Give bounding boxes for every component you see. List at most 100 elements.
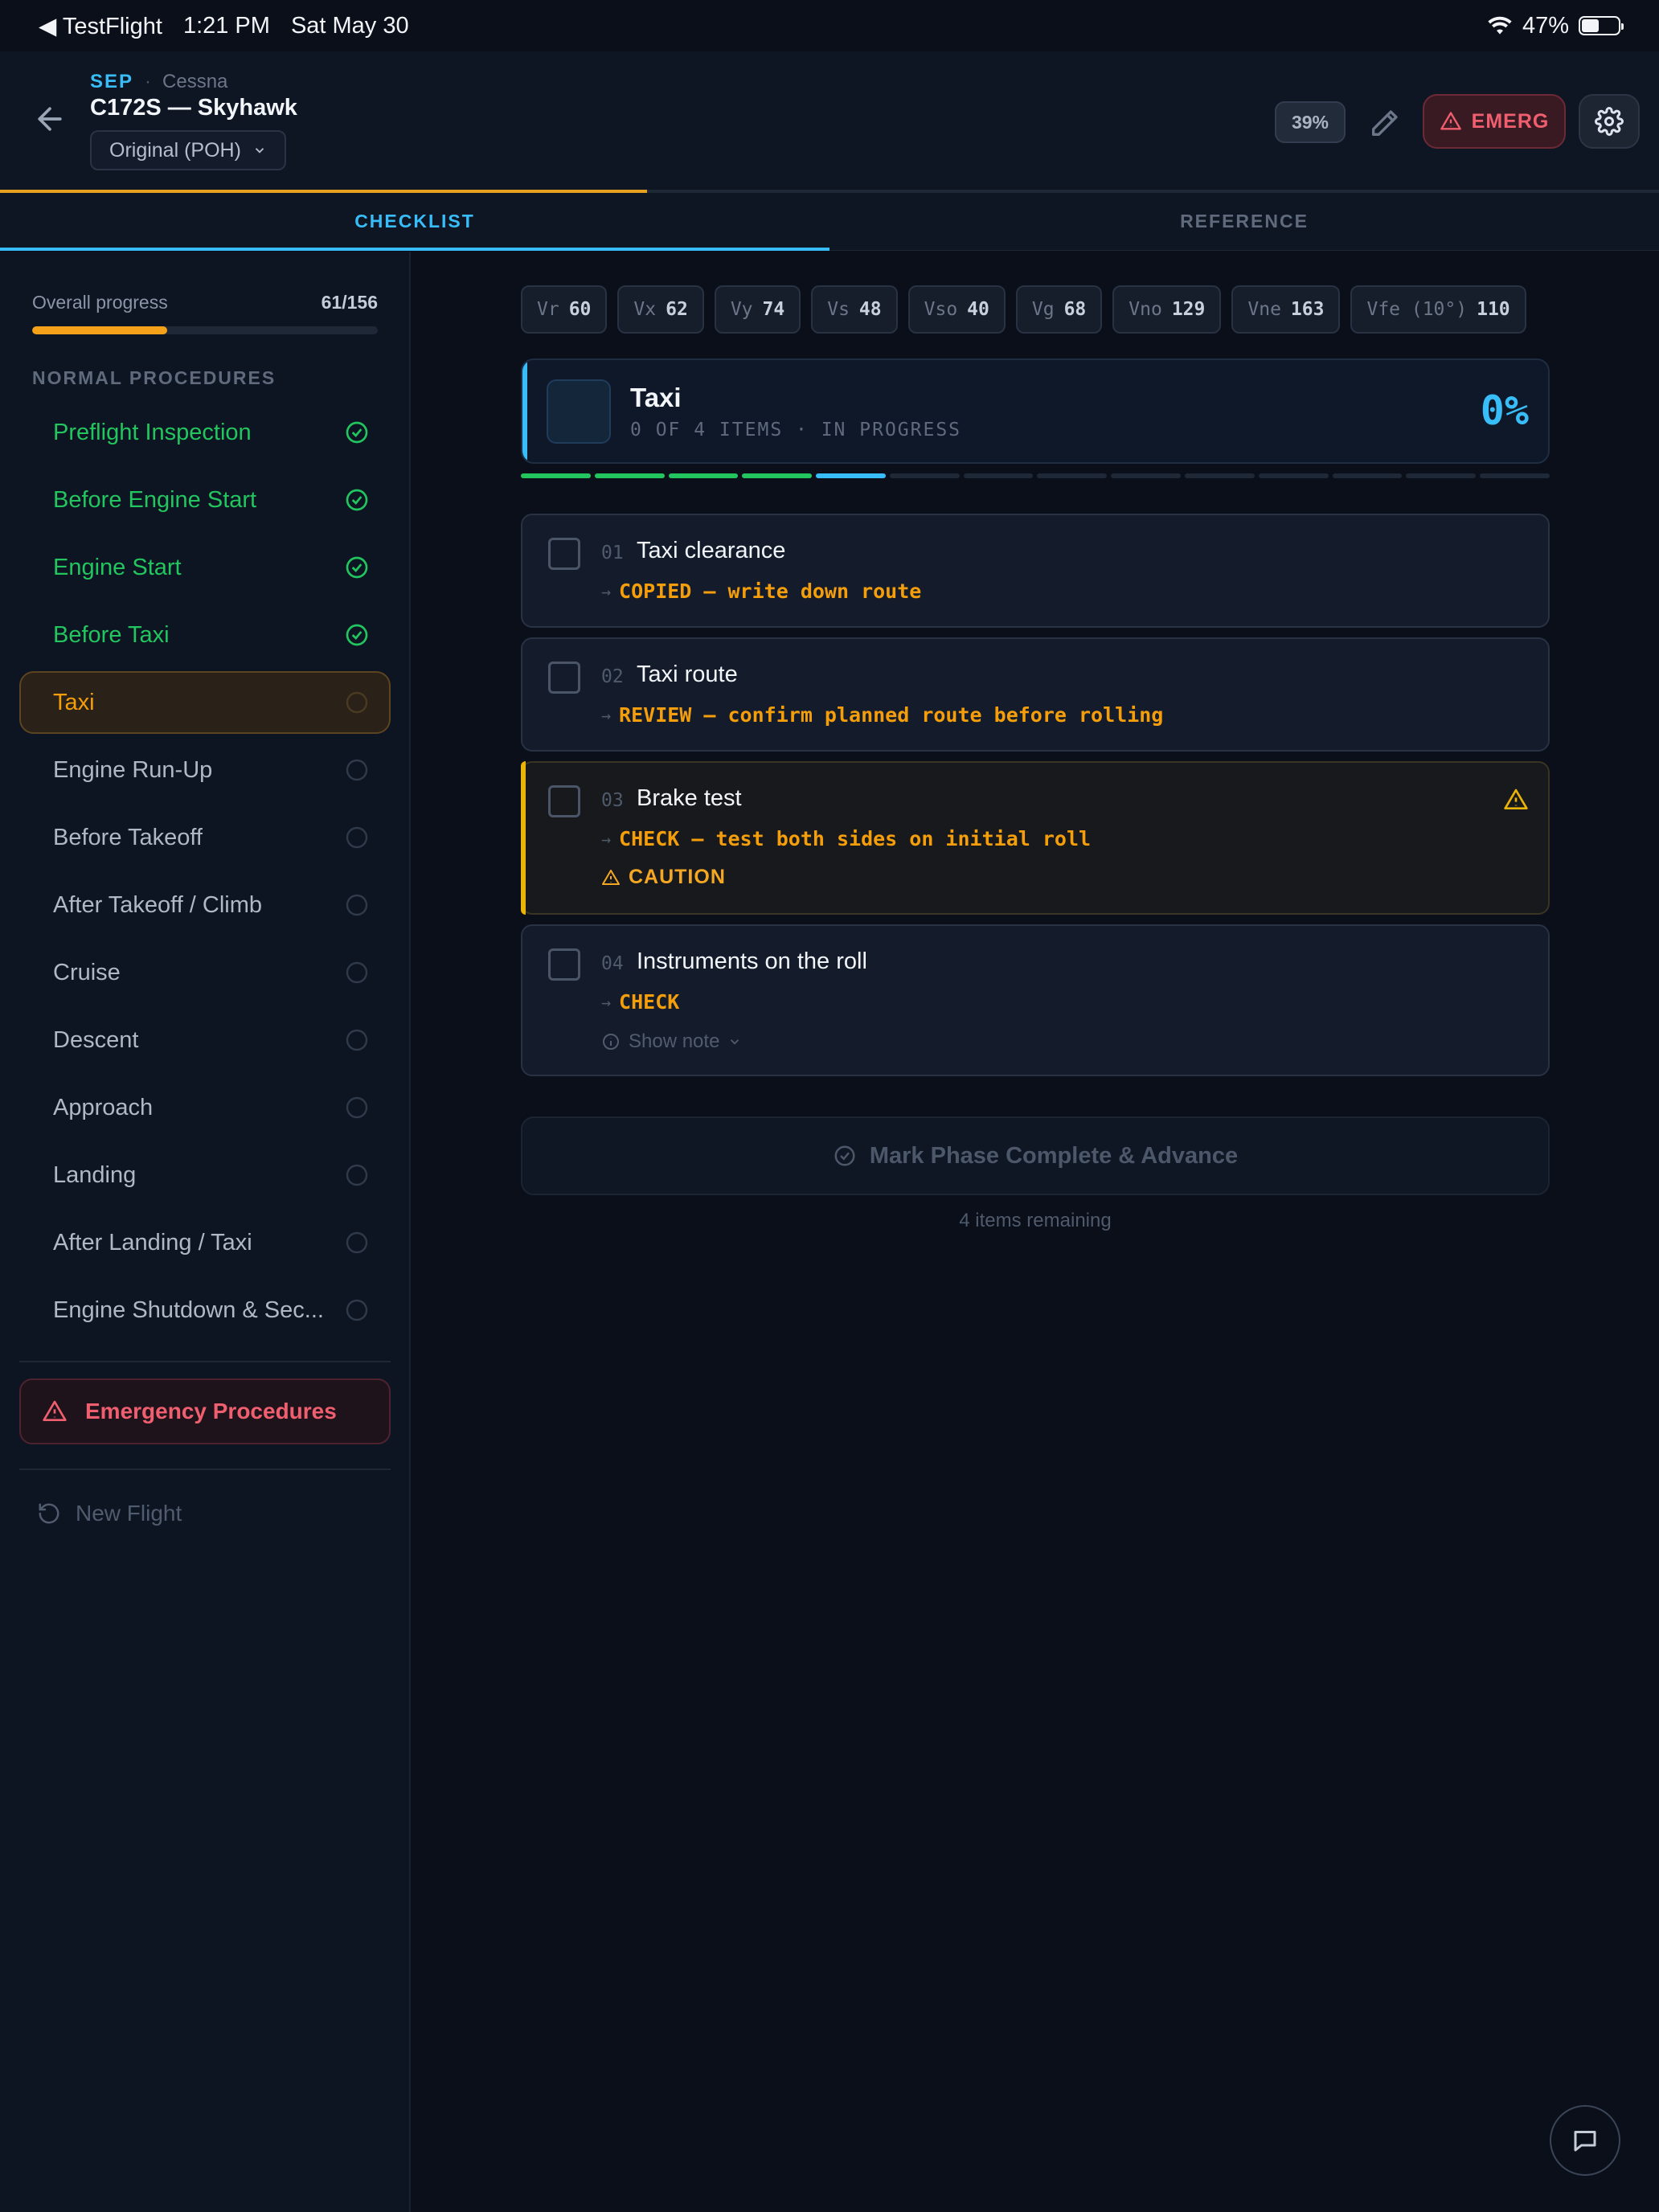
settings-button[interactable]: [1579, 94, 1640, 149]
variant-dropdown[interactable]: Original (POH): [90, 130, 286, 170]
empty-circle-icon: [346, 759, 368, 781]
item-action: → CHECK — test both sides on initial rol…: [601, 827, 1091, 850]
arrow-right-icon: →: [601, 992, 612, 1012]
phase-segment: [1111, 473, 1182, 478]
vspeed-key: Vg: [1031, 299, 1055, 320]
item-number: 01: [601, 543, 624, 563]
phase-item[interactable]: Engine Start: [19, 536, 391, 599]
sidebar: Overall progress 61/156 NORMAL PROCEDURE…: [0, 252, 411, 2212]
item-number: 04: [601, 953, 624, 974]
item-checkbox[interactable]: [548, 662, 580, 694]
phase-item-label: Engine Shutdown & Sec...: [53, 1296, 324, 1323]
phase-item-label: Approach: [53, 1094, 154, 1120]
phase-segment: [1406, 473, 1477, 478]
vspeed-key: Vno: [1129, 299, 1162, 320]
show-note-toggle[interactable]: Show note: [601, 1030, 742, 1053]
tab-bar: CHECKLIST REFERENCE: [0, 193, 1659, 251]
vspeed-chip: Vs 48: [811, 285, 898, 334]
phase-item-label: Landing: [53, 1161, 137, 1188]
new-flight-button[interactable]: New Flight: [37, 1501, 182, 1526]
back-arrow-icon[interactable]: [32, 101, 68, 137]
tab-checklist[interactable]: CHECKLIST: [0, 193, 830, 251]
phase-item[interactable]: Preflight Inspection: [19, 401, 391, 464]
item-title: Instruments on the roll: [637, 948, 867, 974]
chevron-down-icon: [731, 1039, 739, 1045]
phase-item[interactable]: Cruise: [19, 941, 391, 1004]
caution-tag: CAUTION: [601, 866, 726, 889]
vspeed-strip: Vr 60 Vx 62 Vy 74 Vs 48 Vso 40 Vg 68 Vno 129 Vne 163 Vfe…: [521, 285, 1526, 334]
arrow-right-icon: →: [601, 581, 612, 601]
alert-triangle-icon: [43, 1400, 67, 1421]
sidebar-divider: [19, 1361, 391, 1362]
phase-item[interactable]: Engine Shutdown & Sec...: [19, 1279, 391, 1342]
battery-fill: [1582, 19, 1599, 32]
check-circle-icon: [346, 624, 368, 646]
checklist-item[interactable]: 02 Taxi route → REVIEW — confirm planned…: [521, 637, 1550, 752]
phase-item[interactable]: Landing: [19, 1144, 391, 1206]
phase-subtitle: 0 OF 4 ITEMS · IN PROGRESS: [630, 420, 962, 440]
phase-item[interactable]: Taxi: [19, 671, 391, 734]
phase-item-label: Before Engine Start: [53, 486, 257, 513]
app-header: SEP · Cessna C172S — Skyhawk Original (P…: [0, 51, 1659, 191]
empty-circle-icon: [346, 1299, 368, 1321]
vspeed-key: Vs: [827, 299, 850, 320]
checklist-item[interactable]: 01 Taxi clearance → COPIED — write down …: [521, 514, 1550, 628]
check-circle-icon: [834, 1145, 855, 1166]
emergency-procedures-button[interactable]: Emergency Procedures: [19, 1378, 391, 1444]
feedback-chat-button[interactable]: [1550, 2105, 1620, 2176]
phase-item[interactable]: Before Engine Start: [19, 469, 391, 531]
item-checkbox[interactable]: [548, 948, 580, 981]
item-action-text: REVIEW — confirm planned route before ro…: [619, 703, 1164, 727]
check-circle-icon: [346, 556, 368, 579]
phase-title: Taxi: [630, 383, 682, 412]
phase-segments: [521, 473, 1550, 478]
mark-phase-complete-button[interactable]: Mark Phase Complete & Advance: [521, 1116, 1550, 1195]
phase-segment: [521, 473, 591, 478]
phase-segment: [1332, 473, 1403, 478]
aircraft-manufacturer: Cessna: [162, 71, 228, 92]
vspeed-value: 60: [568, 299, 592, 320]
section-header: NORMAL PROCEDURES: [32, 367, 276, 388]
phase-item[interactable]: Descent: [19, 1009, 391, 1071]
status-bar: ◀ TestFlight 1:21 PM Sat May 30 47%: [0, 0, 1659, 51]
overall-progress-row: Overall progress 61/156: [32, 292, 378, 313]
item-checkbox[interactable]: [548, 538, 580, 570]
phase-item[interactable]: Approach: [19, 1076, 391, 1139]
back-to-app-link[interactable]: ◀ TestFlight: [39, 12, 162, 40]
phase-item[interactable]: Before Takeoff: [19, 806, 391, 869]
item-checkbox[interactable]: [548, 785, 580, 817]
wifi-icon: [1488, 16, 1512, 35]
item-number: 02: [601, 666, 624, 687]
vspeed-chip: Vso 40: [907, 285, 1006, 334]
checklist-item[interactable]: 04 Instruments on the roll → CHECK Show …: [521, 924, 1550, 1076]
vspeed-value: 129: [1171, 299, 1206, 320]
phase-item[interactable]: After Landing / Taxi: [19, 1211, 391, 1274]
mark-phase-complete-label: Mark Phase Complete & Advance: [869, 1142, 1239, 1169]
phase-item-label: After Takeoff / Climb: [53, 891, 263, 918]
aircraft-category: SEP: [90, 71, 134, 92]
emergency-button[interactable]: EMERG: [1423, 94, 1566, 149]
chevron-down-icon: [255, 148, 264, 154]
item-number: 03: [601, 790, 624, 811]
phase-item[interactable]: After Takeoff / Climb: [19, 874, 391, 936]
vspeed-value: 48: [858, 299, 882, 320]
phase-item[interactable]: Engine Run-Up: [19, 739, 391, 801]
item-action: → COPIED — write down route: [601, 580, 921, 603]
phase-segment: [1480, 473, 1550, 478]
status-time: 1:21 PM: [182, 12, 270, 39]
arrow-right-icon: →: [601, 829, 612, 849]
vspeed-value: 163: [1290, 299, 1325, 320]
checklist-item-caution[interactable]: 03 Brake test → CHECK — test both sides …: [521, 761, 1550, 915]
vspeed-chip: Vne 163: [1231, 285, 1341, 334]
emergency-label: EMERG: [1471, 109, 1550, 133]
empty-circle-icon: [346, 1096, 368, 1119]
empty-circle-icon: [346, 961, 368, 984]
item-action: → REVIEW — confirm planned route before …: [601, 703, 1163, 727]
phase-item[interactable]: Before Taxi: [19, 604, 391, 666]
phase-segment: [594, 473, 665, 478]
pencil-icon[interactable]: [1368, 108, 1400, 140]
vspeed-value: 40: [967, 299, 989, 320]
tab-reference[interactable]: REFERENCE: [830, 193, 1659, 250]
caution-label: CAUTION: [629, 866, 726, 888]
phase-segment: [1258, 473, 1329, 478]
